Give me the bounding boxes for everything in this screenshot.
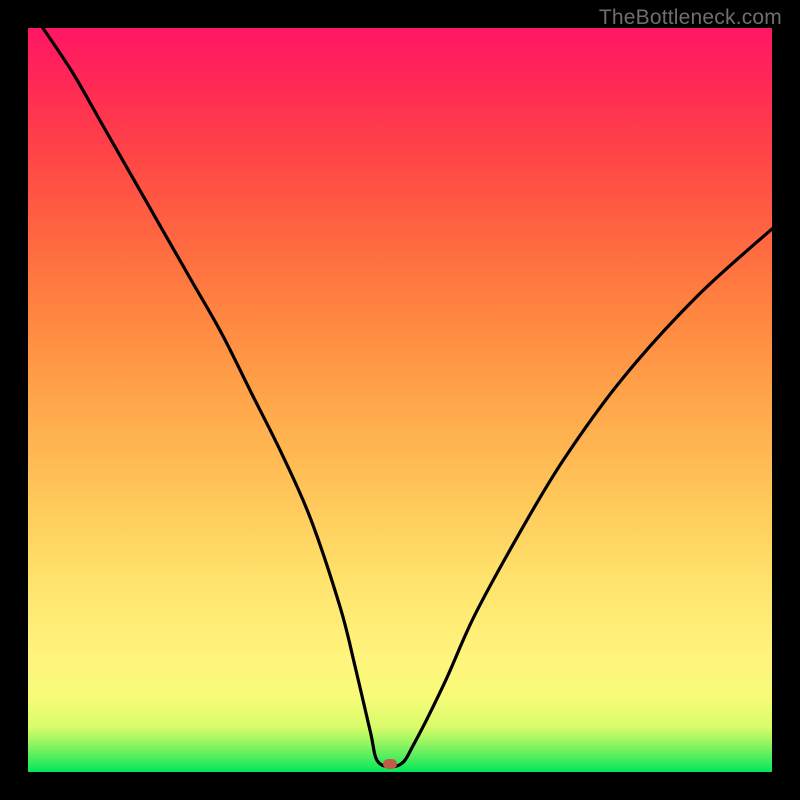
min-marker (383, 759, 397, 769)
bottleneck-curve (28, 28, 772, 772)
plot-area (28, 28, 772, 772)
watermark-text: TheBottleneck.com (599, 6, 782, 30)
chart-frame: TheBottleneck.com (0, 0, 800, 800)
